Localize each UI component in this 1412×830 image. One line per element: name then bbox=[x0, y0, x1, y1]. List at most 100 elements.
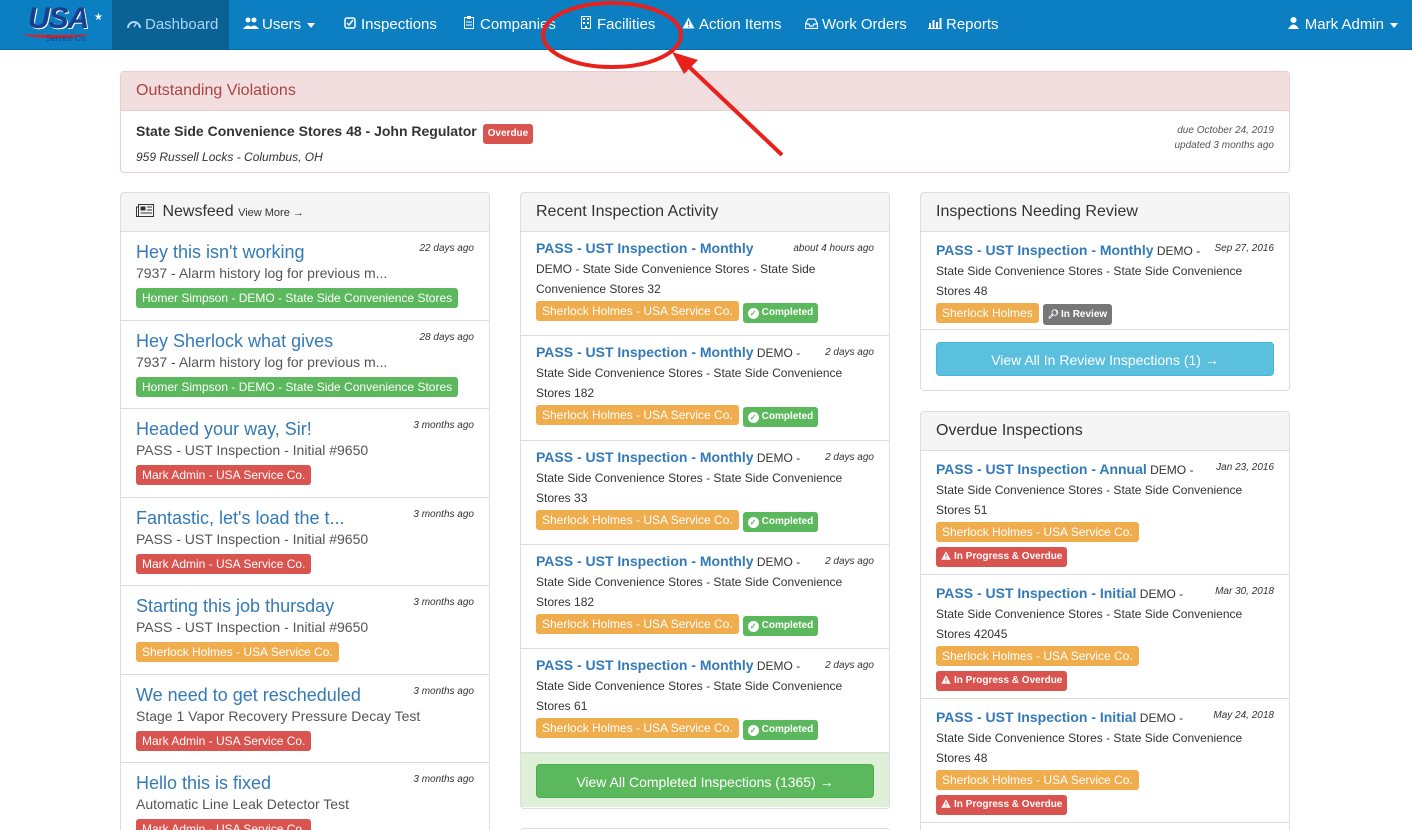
review-title: Inspections Needing Review bbox=[921, 193, 1289, 232]
newsfeed-header: Newsfeed View More → bbox=[121, 193, 489, 232]
assignee-tag[interactable]: Sherlock Holmes - USA Service Co. bbox=[936, 522, 1139, 542]
item-time: Jan 23, 2016 bbox=[1216, 462, 1274, 473]
author-tag[interactable]: Homer Simpson - DEMO - State Side Conven… bbox=[136, 288, 459, 308]
assignee-tag[interactable]: Sherlock Holmes bbox=[936, 303, 1039, 323]
nav-work-orders[interactable]: Work Orders bbox=[789, 0, 921, 50]
item-time: 2 days ago bbox=[825, 555, 874, 567]
overdue-title: Overdue Inspections bbox=[921, 412, 1289, 451]
review-item-title[interactable]: PASS - UST Inspection - Monthly bbox=[936, 242, 1154, 258]
dashboard-icon bbox=[126, 0, 142, 50]
inspection-title[interactable]: PASS - UST Inspection - Initial bbox=[936, 585, 1136, 601]
nav-action-items[interactable]: Action Items bbox=[666, 0, 796, 50]
recent-inspection-item[interactable]: 2 days ago PASS - UST Inspection - Monthl… bbox=[521, 336, 889, 441]
inspection-title[interactable]: PASS - UST Inspection - Annual bbox=[936, 461, 1147, 477]
view-all-review-button[interactable]: View All In Review Inspections (1) → bbox=[936, 342, 1274, 376]
violation-name[interactable]: State Side Convenience Stores 48 - John … bbox=[136, 123, 477, 139]
author-tag[interactable]: Mark Admin - USA Service Co. bbox=[136, 730, 312, 751]
recent-inspection-item[interactable]: 2 days ago PASS - UST Inspection - Monthl… bbox=[521, 649, 889, 754]
chevron-down-icon bbox=[1390, 22, 1398, 28]
nav-inspections[interactable]: Inspections bbox=[328, 0, 451, 50]
recent-inspection-item[interactable]: 2 days ago PASS - UST Inspection - Monthl… bbox=[521, 441, 889, 545]
newsfeed-item-subtitle: PASS - UST Inspection - Initial #9650 bbox=[136, 442, 369, 458]
user-menu[interactable]: Mark Admin bbox=[1272, 0, 1412, 50]
overdue-status-badge: In Progress & Overdue bbox=[936, 671, 1068, 691]
newsfeed-item[interactable]: 3 months ago Starting this job thursday PA… bbox=[121, 586, 489, 675]
newsfeed-item[interactable]: 3 months ago Fantastic, let's load the t.… bbox=[121, 498, 489, 586]
warning-icon bbox=[941, 551, 954, 562]
overdue-badge: Overdue bbox=[482, 124, 534, 144]
users-icon bbox=[243, 0, 259, 50]
violation-item[interactable]: State Side Convenience Stores 48 - John … bbox=[121, 111, 1289, 176]
check-circle-icon: ✓ bbox=[747, 516, 759, 528]
item-time: 3 months ago bbox=[413, 685, 474, 697]
item-time: 3 months ago bbox=[413, 597, 474, 608]
item-time: May 24, 2018 bbox=[1213, 710, 1274, 721]
completed-badge: ✓ Completed bbox=[742, 407, 819, 428]
nav-reports[interactable]: Reports bbox=[913, 0, 1013, 50]
search-icon: 🔎︎ bbox=[1047, 309, 1060, 319]
recent-inspection-item[interactable]: 2 days ago PASS - UST Inspection - Monthl… bbox=[521, 545, 889, 650]
overdue-inspection-item[interactable]: Jan 23, 2016 PASS - UST Inspection - Annu… bbox=[921, 451, 1289, 575]
inspection-title[interactable]: PASS - UST Inspection - Monthly bbox=[536, 657, 754, 673]
in-review-badge: 🔎︎ In Review bbox=[1042, 304, 1113, 325]
newsfeed-item[interactable]: 28 days ago Hey Sherlock what gives 7937 -… bbox=[121, 321, 489, 409]
newsfeed-panel: Newsfeed View More → 22 days ago Hey this… bbox=[120, 192, 490, 830]
inspection-title[interactable]: PASS - UST Inspection - Monthly bbox=[536, 240, 754, 256]
inbox-icon bbox=[803, 0, 819, 50]
overdue-inspection-item[interactable]: May 24, 2018 PASS - UST Inspection - Init… bbox=[921, 699, 1289, 823]
nav-facilities[interactable]: Facilities bbox=[564, 0, 669, 50]
item-time: 28 days ago bbox=[419, 331, 475, 343]
author-tag[interactable]: Sherlock Holmes - USA Service Co. bbox=[136, 642, 339, 662]
recent-inspection-item[interactable]: about 4 hours ago PASS - UST Inspection -… bbox=[521, 232, 889, 337]
item-time: 3 months ago bbox=[413, 774, 474, 785]
assignee-tag[interactable]: Sherlock Holmes - USA Service Co. bbox=[936, 770, 1139, 790]
review-item[interactable]: Sep 27, 2016 PASS - UST Inspection - Mon… bbox=[921, 232, 1289, 329]
item-time: 2 days ago bbox=[825, 347, 874, 359]
newsfeed-item[interactable]: 3 months ago Hello this is fixed Automatic… bbox=[121, 763, 489, 830]
star-icon: ★ bbox=[94, 12, 103, 23]
newsfeed-item-subtitle: Stage 1 Vapor Recovery Pressure Decay Te… bbox=[136, 707, 421, 724]
inspection-title[interactable]: PASS - UST Inspection - Initial bbox=[936, 709, 1136, 725]
assignee-tag[interactable]: Sherlock Holmes - USA Service Co. bbox=[936, 646, 1139, 666]
warning-icon bbox=[941, 799, 954, 810]
newsfeed-item[interactable]: 3 months ago Headed your way, Sir! PASS - … bbox=[121, 409, 489, 498]
newsfeed-item-subtitle: Automatic Line Leak Detector Test bbox=[136, 796, 349, 812]
check-square-icon bbox=[342, 0, 358, 50]
newsfeed-item[interactable]: 22 days ago Hey this isn't working 7937 - … bbox=[121, 232, 489, 321]
clipboard-icon bbox=[461, 0, 477, 50]
item-time: about 4 hours ago bbox=[793, 243, 874, 254]
inspection-title[interactable]: PASS - UST Inspection - Monthly bbox=[536, 449, 754, 465]
assignee-tag[interactable]: Sherlock Holmes - USA Service Co. bbox=[536, 405, 739, 426]
assignee-tag[interactable]: Sherlock Holmes - USA Service Co. bbox=[536, 718, 739, 739]
overdue-panel: Overdue Inspections Jan 23, 2016 PASS - U… bbox=[920, 411, 1290, 830]
nav-dashboard[interactable]: Dashboard bbox=[112, 0, 229, 50]
author-tag[interactable]: Mark Admin - USA Service Co. bbox=[136, 465, 312, 485]
assignee-tag[interactable]: Sherlock Holmes - USA Service Co. bbox=[536, 509, 739, 530]
inspection-title[interactable]: PASS - UST Inspection - Monthly bbox=[536, 344, 754, 360]
completed-badge: ✓ Completed bbox=[742, 615, 819, 636]
overdue-status-badge: In Progress & Overdue bbox=[936, 795, 1068, 815]
item-time: 3 months ago bbox=[413, 420, 474, 431]
brand-logo[interactable]: USA ★ Service Co. bbox=[22, 2, 103, 46]
assignee-tag[interactable]: Sherlock Holmes - USA Service Co. bbox=[536, 613, 739, 634]
newsfeed-view-more-link[interactable]: View More → bbox=[238, 207, 304, 219]
building-icon bbox=[578, 0, 594, 50]
view-all-completed-button[interactable]: View All Completed Inspections (1365) → bbox=[536, 764, 874, 799]
newsfeed-item[interactable]: 3 months ago We need to get rescheduled St… bbox=[121, 675, 489, 763]
newspaper-icon bbox=[136, 203, 162, 220]
nav-users[interactable]: Users bbox=[229, 0, 329, 50]
violation-address: 959 Russell Locks - Columbus, OH bbox=[136, 150, 323, 164]
author-tag[interactable]: Mark Admin - USA Service Co. bbox=[136, 819, 312, 830]
assignee-tag[interactable]: Sherlock Holmes - USA Service Co. bbox=[536, 301, 739, 321]
newsfeed-item-subtitle: PASS - UST Inspection - Initial #9650 bbox=[136, 619, 369, 635]
overdue-inspection-item[interactable]: Mar 30, 2018 PASS - UST Inspection - Init… bbox=[921, 575, 1289, 699]
check-circle-icon: ✓ bbox=[747, 725, 759, 737]
newsfeed-title: Newsfeed bbox=[162, 203, 234, 220]
author-tag[interactable]: Mark Admin - USA Service Co. bbox=[136, 553, 312, 574]
author-tag[interactable]: Homer Simpson - DEMO - State Side Conven… bbox=[136, 376, 459, 397]
newsfeed-item-subtitle: 7937 - Alarm history log for previous m.… bbox=[136, 265, 388, 281]
bar-chart-icon bbox=[927, 0, 943, 50]
nav-companies[interactable]: Companies bbox=[447, 0, 570, 50]
completed-badge: ✓ Completed bbox=[742, 511, 819, 532]
inspection-title[interactable]: PASS - UST Inspection - Monthly bbox=[536, 553, 754, 569]
